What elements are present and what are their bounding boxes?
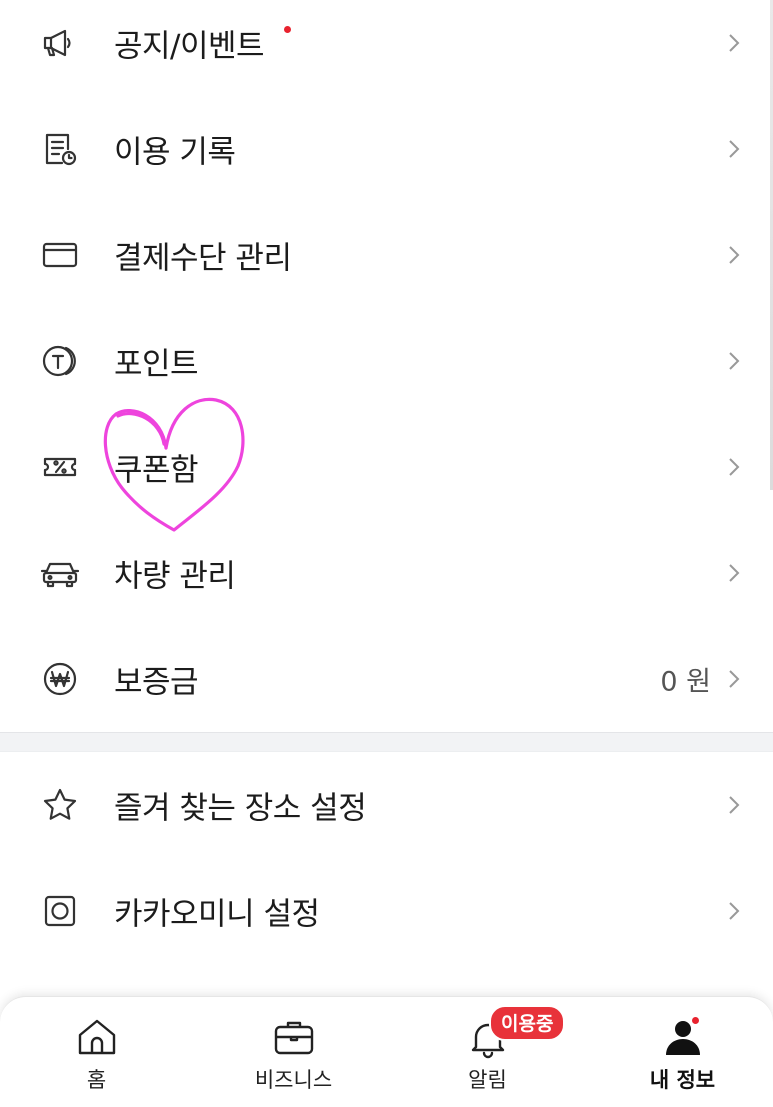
menu-item-label: 카카오미니 설정 <box>114 896 320 933</box>
car-icon <box>40 553 80 593</box>
new-indicator-dot <box>692 1017 699 1024</box>
chevron-right-icon <box>729 902 740 920</box>
menu-item-vehicle-management[interactable]: 차량 관리 <box>0 520 773 626</box>
menu-item-kakao-mini[interactable]: 카카오미니 설정 <box>0 858 773 964</box>
menu-item-points[interactable]: 포인트 <box>0 308 773 414</box>
chevron-right-icon <box>729 352 740 370</box>
home-icon <box>75 1015 119 1059</box>
menu-item-deposit[interactable]: 보증금 0 원 <box>0 626 773 732</box>
menu-item-label: 보증금 <box>114 664 199 701</box>
menu-item-coupons[interactable]: 쿠폰함 <box>0 414 773 520</box>
menu-item-label: 포인트 <box>114 346 199 383</box>
menu-item-label: 쿠폰함 <box>114 452 199 489</box>
chevron-right-icon <box>729 458 740 476</box>
chevron-right-icon <box>729 670 740 688</box>
menu-item-label: 즐겨 찾는 장소 설정 <box>114 790 367 827</box>
point-coin-icon <box>40 341 80 381</box>
chevron-right-icon <box>729 246 740 264</box>
menu-item-favorite-places[interactable]: 즐겨 찾는 장소 설정 <box>0 752 773 858</box>
menu-item-notice-event[interactable]: 공지/이벤트 <box>0 0 773 96</box>
tab-notifications[interactable]: 이용중 알림 <box>391 997 584 1107</box>
tab-label: 비즈니스 <box>254 1068 333 1092</box>
menu-item-usage-history[interactable]: 이용 기록 <box>0 96 773 202</box>
new-indicator-dot <box>284 26 291 33</box>
bottom-tab-bar: 홈 비즈니스 이용중 알림 내 정보 <box>0 996 773 1107</box>
briefcase-icon <box>272 1015 316 1059</box>
menu-item-label: 결제수단 관리 <box>114 240 292 277</box>
menu-item-label: 이용 기록 <box>114 134 236 171</box>
tab-label: 알림 <box>468 1068 507 1092</box>
chevron-right-icon <box>729 564 740 582</box>
tab-label: 홈 <box>86 1068 107 1092</box>
section-divider <box>0 732 773 752</box>
my-info-screen: 공지/이벤트 이용 기록 결제수단 관리 포인트 쿠폰함 차량 관리 보증금 0… <box>0 0 773 1107</box>
tab-my-info[interactable]: 내 정보 <box>586 997 773 1107</box>
kakao-mini-icon <box>40 891 80 931</box>
card-icon <box>40 235 80 275</box>
in-use-badge: 이용중 <box>489 1005 566 1041</box>
coupon-icon <box>40 447 80 487</box>
won-coin-icon <box>40 659 80 699</box>
megaphone-icon <box>40 23 80 63</box>
menu-item-label: 차량 관리 <box>114 558 236 595</box>
tab-home[interactable]: 홈 <box>0 997 193 1107</box>
chevron-right-icon <box>729 34 740 52</box>
chevron-right-icon <box>729 140 740 158</box>
deposit-amount: 0 원 <box>660 666 711 698</box>
tab-label: 내 정보 <box>649 1068 716 1092</box>
receipt-clock-icon <box>40 129 80 169</box>
menu-item-label: 공지/이벤트 <box>114 28 265 65</box>
star-icon <box>40 785 80 825</box>
tab-business[interactable]: 비즈니스 <box>197 997 390 1107</box>
menu-item-payment-methods[interactable]: 결제수단 관리 <box>0 202 773 308</box>
chevron-right-icon <box>729 796 740 814</box>
